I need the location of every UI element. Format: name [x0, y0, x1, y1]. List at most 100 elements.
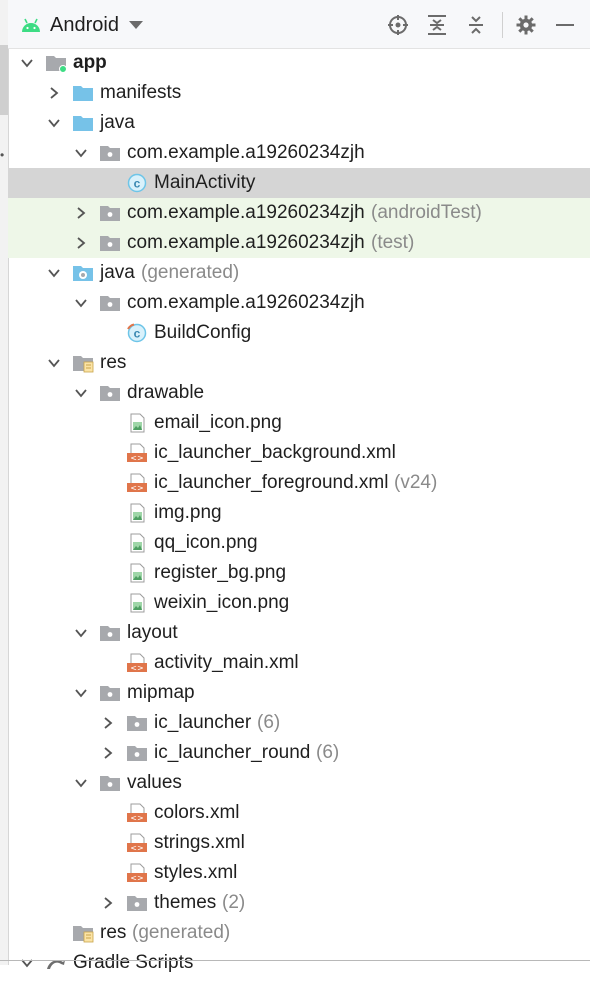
minimize-button[interactable]	[552, 12, 578, 38]
tree-item-hint: (v24)	[394, 472, 438, 493]
collapse-all-button[interactable]	[463, 12, 489, 38]
project-tool-tab[interactable]	[0, 45, 8, 115]
tree-row[interactable]: qq_icon.png	[8, 528, 590, 558]
chevron-right-icon[interactable]	[101, 716, 115, 730]
chevron-down-icon[interactable]	[47, 266, 61, 280]
svg-text:<>: <>	[130, 844, 143, 853]
image-file-icon	[126, 413, 148, 433]
package-icon	[99, 293, 121, 313]
tree-item-hint: (2)	[222, 892, 246, 913]
panel-bottom-border	[0, 960, 590, 961]
tree-row[interactable]: com.example.a19260234zjh	[8, 138, 590, 168]
expand-all-icon	[428, 15, 446, 35]
locate-button[interactable]	[385, 12, 411, 38]
tree-row[interactable]: <> colors.xml	[8, 798, 590, 828]
tree-row[interactable]: app	[8, 48, 590, 78]
chevron-down-icon[interactable]	[74, 146, 88, 160]
chevron-down-icon[interactable]	[47, 356, 61, 370]
tree-row[interactable]: com.example.a19260234zjh (test)	[8, 228, 590, 258]
tree-item-label: colors.xml	[154, 802, 240, 823]
tree-item-label: app	[73, 52, 107, 73]
tree-row[interactable]: <> strings.xml	[8, 828, 590, 858]
tree-row[interactable]: res (generated)	[8, 918, 590, 948]
tree-item-label: mipmap	[127, 682, 195, 703]
tree-item-label: register_bg.png	[154, 562, 287, 583]
tree-row[interactable]: weixin_icon.png	[8, 588, 590, 618]
tree-row[interactable]: java (generated)	[8, 258, 590, 288]
tree-item-label: manifests	[100, 82, 182, 103]
tree-row[interactable]: manifests	[8, 78, 590, 108]
package-icon	[99, 233, 121, 253]
chevron-down-icon[interactable]	[47, 116, 61, 130]
chevron-down-icon[interactable]	[74, 686, 88, 700]
tree-item-label: values	[127, 772, 182, 793]
chevron-right-icon[interactable]	[101, 896, 115, 910]
tree-item-label: com.example.a19260234zjh	[127, 202, 365, 223]
package-icon	[99, 203, 121, 223]
tree-row[interactable]: themes (2)	[8, 888, 590, 918]
tree-item-label: drawable	[127, 382, 205, 403]
tree-row[interactable]: Gradle Scripts	[8, 948, 590, 978]
tree-row[interactable]: ic_launcher_round (6)	[8, 738, 590, 768]
tree-row[interactable]: com.example.a19260234zjh	[8, 288, 590, 318]
tree-item-label: qq_icon.png	[154, 532, 258, 553]
tree-item-label: BuildConfig	[154, 322, 252, 343]
folder-blue-icon	[72, 83, 94, 103]
image-file-icon	[126, 533, 148, 553]
toolbar-separator	[502, 12, 503, 38]
image-file-icon	[126, 503, 148, 523]
android-icon	[22, 18, 40, 32]
chevron-down-icon[interactable]	[74, 296, 88, 310]
tree-row[interactable]: <> activity_main.xml	[8, 648, 590, 678]
tree-row[interactable]: ic_launcher (6)	[8, 708, 590, 738]
tree-row[interactable]: register_bg.png	[8, 558, 590, 588]
tree-row[interactable]: java	[8, 108, 590, 138]
minimize-icon	[556, 24, 574, 26]
tree-row[interactable]: layout	[8, 618, 590, 648]
tree-row[interactable]: img.png	[8, 498, 590, 528]
settings-button[interactable]	[513, 12, 539, 38]
chevron-right-icon[interactable]	[101, 746, 115, 760]
expand-all-button[interactable]	[424, 12, 450, 38]
tree-row[interactable]: drawable	[8, 378, 590, 408]
chevron-down-icon[interactable]	[20, 956, 34, 970]
tree-row[interactable]: email_icon.png	[8, 408, 590, 438]
tree-row[interactable]: c MainActivity	[8, 168, 590, 198]
tree-item-label: com.example.a19260234zjh	[127, 232, 365, 253]
image-file-icon	[126, 563, 148, 583]
strip-mark: •	[0, 148, 5, 162]
chevron-down-icon[interactable]	[20, 56, 34, 70]
generated-folder-icon	[72, 263, 94, 283]
chevron-down-icon[interactable]	[74, 386, 88, 400]
chevron-right-icon[interactable]	[47, 86, 61, 100]
chevron-down-icon[interactable]	[74, 776, 88, 790]
collapse-all-icon	[469, 16, 483, 34]
view-selector-dropdown[interactable]: Android	[20, 11, 143, 39]
chevron-down-icon	[128, 21, 143, 29]
chevron-down-icon[interactable]	[74, 626, 88, 640]
chevron-right-icon[interactable]	[74, 236, 88, 250]
tree-row[interactable]: res	[8, 348, 590, 378]
tree-item-label: java	[100, 112, 135, 133]
tree-row[interactable]: c BuildConfig	[8, 318, 590, 348]
xml-file-icon: <>	[126, 443, 148, 463]
tree-item-label: email_icon.png	[154, 412, 282, 433]
chevron-right-icon[interactable]	[74, 206, 88, 220]
svg-text:<>: <>	[130, 454, 143, 463]
tree-item-hint: (6)	[316, 742, 340, 763]
tree-row[interactable]: com.example.a19260234zjh (androidTest)	[8, 198, 590, 228]
package-icon	[99, 623, 121, 643]
package-icon	[99, 683, 121, 703]
tree-item-label: ic_launcher	[154, 712, 252, 733]
tree-row[interactable]: <> ic_launcher_background.xml	[8, 438, 590, 468]
tree-row[interactable]: <> styles.xml	[8, 858, 590, 888]
package-icon	[126, 743, 148, 763]
tree-item-hint: (test)	[371, 232, 415, 253]
tree-row[interactable]: mipmap	[8, 678, 590, 708]
res-folder-icon	[72, 923, 94, 943]
xml-file-icon: <>	[126, 863, 148, 883]
tree-item-label: ic_launcher_foreground.xml	[154, 472, 389, 493]
tree-row[interactable]: <> ic_launcher_foreground.xml (v24)	[8, 468, 590, 498]
tree-row[interactable]: values	[8, 768, 590, 798]
tree-item-label: res	[100, 352, 127, 373]
